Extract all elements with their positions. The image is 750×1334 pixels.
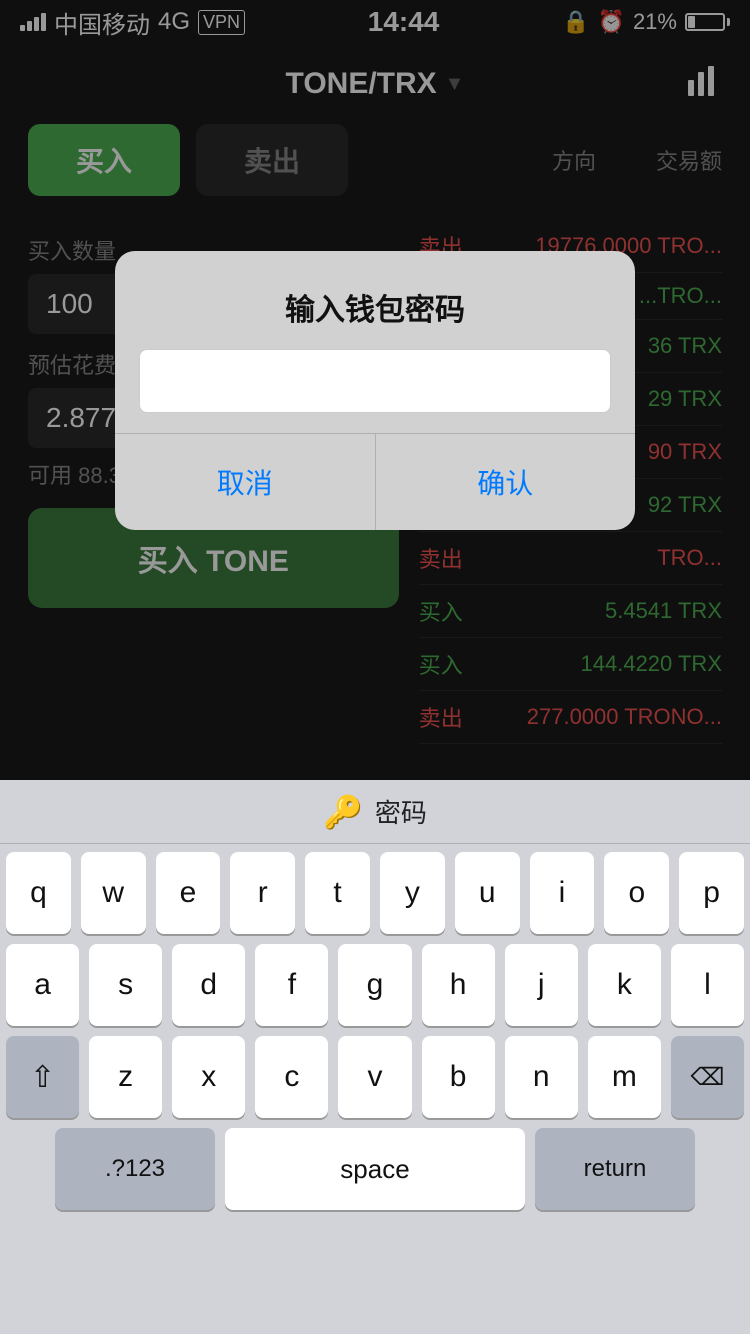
- keyboard-row-1: q w e r t y u i o p: [6, 852, 744, 934]
- key-d[interactable]: d: [172, 944, 245, 1026]
- shift-key[interactable]: ⇧: [6, 1036, 79, 1118]
- keyboard-header: 🔑 密码: [0, 780, 750, 844]
- keyboard-row-2: a s d f g h j k l: [6, 944, 744, 1026]
- dialog-overlay: 输入钱包密码 取消 确认: [0, 0, 750, 780]
- key-o[interactable]: o: [604, 852, 669, 934]
- key-w[interactable]: w: [81, 852, 146, 934]
- confirm-button[interactable]: 确认: [376, 434, 636, 530]
- password-input[interactable]: [139, 349, 611, 413]
- keyboard-area: 🔑 密码 q w e r t y u i o p a s d f g h j k…: [0, 780, 750, 1334]
- keyboard-row-4: .?123 space return: [6, 1128, 744, 1210]
- keyboard-row-3: ⇧ z x c v b n m ⌫: [6, 1036, 744, 1118]
- key-s[interactable]: s: [89, 944, 162, 1026]
- key-b[interactable]: b: [422, 1036, 495, 1118]
- key-z[interactable]: z: [89, 1036, 162, 1118]
- key-e[interactable]: e: [156, 852, 221, 934]
- key-x[interactable]: x: [172, 1036, 245, 1118]
- key-r[interactable]: r: [230, 852, 295, 934]
- keyboard-rows: q w e r t y u i o p a s d f g h j k l ⇧ …: [0, 844, 750, 1210]
- key-f[interactable]: f: [255, 944, 328, 1026]
- dialog-buttons: 取消 确认: [115, 433, 635, 530]
- key-l[interactable]: l: [671, 944, 744, 1026]
- key-g[interactable]: g: [338, 944, 411, 1026]
- backspace-key[interactable]: ⌫: [671, 1036, 744, 1118]
- dialog-title: 输入钱包密码: [115, 251, 635, 349]
- keyboard-password-label: 密码: [375, 793, 427, 830]
- dialog-input-wrap: [139, 349, 611, 413]
- key-m[interactable]: m: [588, 1036, 661, 1118]
- key-c[interactable]: c: [255, 1036, 328, 1118]
- return-key[interactable]: return: [535, 1128, 695, 1210]
- key-t[interactable]: t: [305, 852, 370, 934]
- key-q[interactable]: q: [6, 852, 71, 934]
- cancel-button[interactable]: 取消: [115, 434, 376, 530]
- key-p[interactable]: p: [679, 852, 744, 934]
- key-j[interactable]: j: [505, 944, 578, 1026]
- key-n[interactable]: n: [505, 1036, 578, 1118]
- key-v[interactable]: v: [338, 1036, 411, 1118]
- key-y[interactable]: y: [380, 852, 445, 934]
- key-a[interactable]: a: [6, 944, 79, 1026]
- space-key[interactable]: space: [225, 1128, 525, 1210]
- key-i[interactable]: i: [530, 852, 595, 934]
- password-dialog: 输入钱包密码 取消 确认: [115, 251, 635, 530]
- key-u[interactable]: u: [455, 852, 520, 934]
- key-h[interactable]: h: [422, 944, 495, 1026]
- key-icon: 🔑: [323, 793, 363, 831]
- numbers-key[interactable]: .?123: [55, 1128, 215, 1210]
- key-k[interactable]: k: [588, 944, 661, 1026]
